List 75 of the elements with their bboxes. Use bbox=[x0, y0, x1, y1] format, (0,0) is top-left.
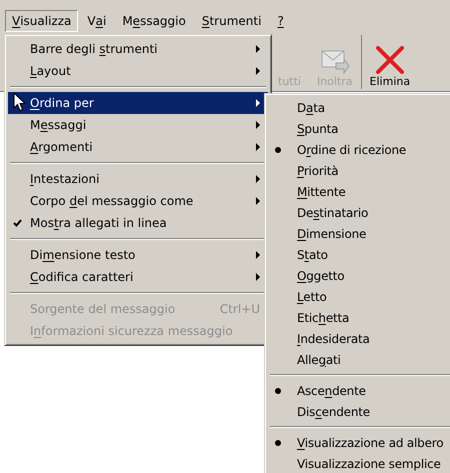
menu-item[interactable]: Dimensione testo bbox=[8, 244, 268, 266]
submenu-arrow-icon bbox=[256, 251, 260, 259]
menu-label: Layout bbox=[30, 63, 71, 80]
menu-label: Visualizzazione ad albero bbox=[297, 434, 444, 452]
menu-item[interactable]: Discendente bbox=[268, 401, 450, 422]
menu-item[interactable]: Mittente bbox=[268, 181, 450, 202]
menu-label: Ascendente bbox=[297, 382, 366, 400]
menu-bar-item[interactable]: Messaggio bbox=[115, 10, 193, 32]
submenu-arrow-icon bbox=[256, 67, 260, 75]
menu-label: Allegati bbox=[297, 352, 341, 368]
submenu-arrow-icon bbox=[256, 175, 260, 183]
menu-item[interactable]: Priorità bbox=[268, 160, 450, 181]
menu-item[interactable]: Codifica caratteri bbox=[8, 266, 268, 288]
menu-label: Intestazioni bbox=[30, 171, 100, 188]
menu-label: Corpo del messaggio come bbox=[30, 193, 194, 210]
menu-item[interactable]: Corpo del messaggio come bbox=[8, 190, 268, 212]
menu-label: Data bbox=[297, 100, 325, 116]
menu-label: Dimensione bbox=[297, 226, 366, 242]
submenu-arrow-icon bbox=[256, 121, 260, 129]
submenu-arrow-icon bbox=[256, 99, 260, 107]
menu-label: Indesiderata bbox=[297, 330, 370, 348]
menu-label: Destinatario bbox=[297, 204, 368, 222]
menu-label: Dimensione testo bbox=[30, 247, 136, 264]
menu-item[interactable]: Oggetto bbox=[268, 265, 450, 286]
menu-label: Visualizzazione semplice bbox=[297, 456, 441, 472]
menu-label: Stato bbox=[297, 246, 328, 264]
menu-label: Etichetta bbox=[297, 310, 350, 326]
menu-label: Mittente bbox=[297, 184, 346, 200]
menu-label: Oggetto bbox=[297, 268, 344, 284]
menu-item[interactable]: Visualizzazione ad albero bbox=[268, 432, 450, 453]
submenu-arrow-icon bbox=[256, 143, 260, 151]
menu-bar-item[interactable]: Visualizza bbox=[5, 10, 78, 32]
checkmark-icon bbox=[13, 219, 22, 227]
shortcut-label: Ctrl+U bbox=[220, 301, 260, 318]
menu-item[interactable]: Messaggi bbox=[8, 114, 268, 136]
menu-bar-item[interactable]: Strumenti bbox=[194, 10, 268, 32]
menu-label: Letto bbox=[297, 288, 327, 306]
toolbar-button[interactable]: Elimina bbox=[360, 35, 418, 89]
delete-x-icon bbox=[374, 45, 405, 75]
menu-label: Codifica caratteri bbox=[30, 269, 134, 286]
menu-item[interactable]: Argomenti bbox=[8, 136, 268, 158]
menu-item[interactable]: Ascendente bbox=[268, 380, 450, 401]
menu-item[interactable]: Stato bbox=[268, 244, 450, 265]
menu-label: Ordina per bbox=[30, 95, 94, 112]
menu-label: Argomenti bbox=[30, 139, 93, 156]
menu-label: Priorità bbox=[297, 162, 338, 180]
menu-item[interactable]: Barre degli strumenti bbox=[8, 38, 268, 60]
mouse-pointer-icon bbox=[13, 92, 26, 112]
menu-label: Discendente bbox=[297, 404, 370, 420]
menu-item[interactable]: Allegati bbox=[268, 349, 450, 370]
menu-item[interactable]: Destinatario bbox=[268, 202, 450, 223]
menu-label: Spunta bbox=[297, 120, 338, 138]
menu-item[interactable]: Layout bbox=[8, 60, 268, 82]
menu-item[interactable]: Letto bbox=[268, 286, 450, 307]
menu-item[interactable]: Intestazioni bbox=[8, 168, 268, 190]
menu-item[interactable]: Indesiderata bbox=[268, 328, 450, 349]
menu-item[interactable]: Ordine di ricezione bbox=[268, 139, 450, 160]
submenu-arrow-icon bbox=[256, 45, 260, 53]
menu-item[interactable]: Visualizzazione semplice bbox=[268, 453, 450, 473]
menu-bar-item[interactable]: ? bbox=[270, 10, 291, 32]
menu-item[interactable]: Etichetta bbox=[268, 307, 450, 328]
menu-item[interactable]: Spunta bbox=[268, 118, 450, 139]
menu-label: Barre degli strumenti bbox=[30, 41, 158, 58]
menu-bar-item[interactable]: Vai bbox=[80, 10, 114, 32]
submenu-arrow-icon bbox=[256, 197, 260, 205]
menu-label: Sorgente del messaggio bbox=[30, 301, 176, 318]
menu-label: Informazioni sicurezza messaggio bbox=[30, 323, 233, 340]
menu-item[interactable]: Dimensione bbox=[268, 223, 450, 244]
menu-item[interactable]: Mostra allegati in linea bbox=[8, 212, 268, 234]
menu-item[interactable]: Ordina per bbox=[8, 92, 268, 114]
submenu-arrow-icon bbox=[256, 273, 260, 281]
menu-item[interactable]: Data bbox=[268, 97, 450, 118]
menu-label: Ordine di ricezione bbox=[297, 142, 406, 158]
menu-label: Messaggi bbox=[30, 117, 86, 134]
menu-label: Mostra allegati in linea bbox=[30, 215, 167, 232]
